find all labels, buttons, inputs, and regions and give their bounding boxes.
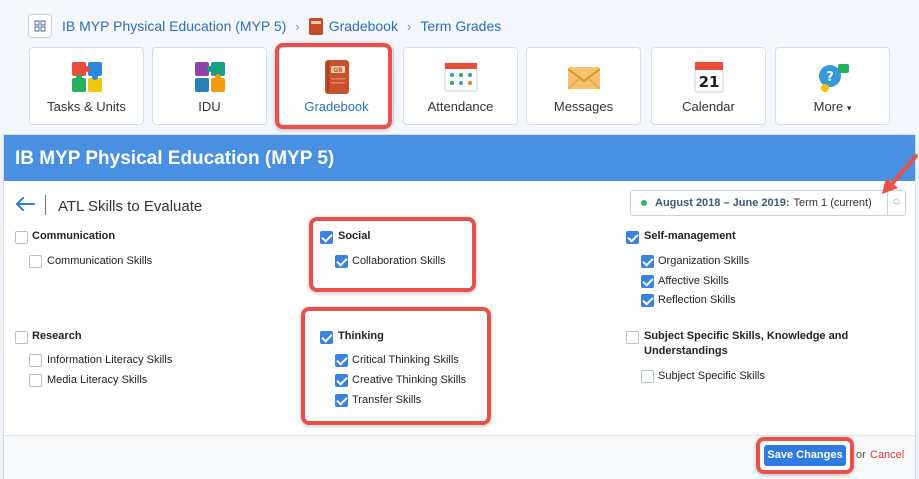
affective-skills-checkbox[interactable] xyxy=(641,275,654,288)
caret-down-icon: ▾ xyxy=(846,103,852,113)
research-checkbox[interactable] xyxy=(15,331,28,344)
communication-label: Communication xyxy=(32,230,116,242)
transfer-skills-label: Transfer Skills xyxy=(352,394,422,406)
breadcrumb-course-link[interactable]: IB MYP Physical Education (MYP 5) xyxy=(62,18,286,34)
thinking-checkbox[interactable] xyxy=(320,331,333,344)
tab-label: Calendar xyxy=(682,99,735,114)
tab-label: Attendance xyxy=(427,99,494,114)
calendar-icon: 21 xyxy=(694,61,723,93)
current-term-dot-icon xyxy=(641,200,647,206)
tab-idu[interactable]: IDU xyxy=(152,47,267,125)
reflection-skills-checkbox[interactable] xyxy=(641,294,654,307)
critical-thinking-label: Critical Thinking Skills xyxy=(352,354,459,366)
svg-text:GB: GB xyxy=(333,67,343,74)
social-checkbox[interactable] xyxy=(320,231,333,244)
organization-skills-label: Organization Skills xyxy=(658,255,750,267)
creative-thinking-checkbox[interactable] xyxy=(335,374,348,387)
term-name: Term 1 (current) xyxy=(793,197,872,209)
tab-gradebook[interactable]: GB Gradebook xyxy=(279,47,394,125)
atl-skills-panel: IB MYP Physical Education (MYP 5) ATL Sk… xyxy=(3,134,916,479)
breadcrumb: IB MYP Physical Education (MYP 5) › Grad… xyxy=(28,13,501,39)
self-management-label: Self-management xyxy=(644,230,736,242)
grid-menu-icon[interactable] xyxy=(28,14,52,38)
subject-specific-skills-label: Subject Specific Skills xyxy=(658,370,765,382)
thinking-label: Thinking xyxy=(338,330,384,342)
media-literacy-label: Media Literacy Skills xyxy=(47,374,148,386)
puzzle-multicolor-icon xyxy=(194,62,225,92)
attendance-icon xyxy=(444,62,477,92)
information-literacy-checkbox[interactable] xyxy=(29,354,42,367)
organization-skills-checkbox[interactable] xyxy=(641,255,654,268)
tab-attendance[interactable]: Attendance xyxy=(403,47,518,125)
communication-skills-label: Communication Skills xyxy=(47,255,153,267)
tab-more[interactable]: ? More ▾ xyxy=(775,47,890,125)
communication-skills-checkbox[interactable] xyxy=(29,255,42,268)
tab-label: IDU xyxy=(198,99,221,114)
course-header-area: IB MYP Physical Education (MYP 5) › Grad… xyxy=(0,0,919,134)
transfer-skills-checkbox[interactable] xyxy=(335,394,348,407)
communication-checkbox[interactable] xyxy=(15,231,28,244)
collaboration-skills-label: Collaboration Skills xyxy=(352,255,446,267)
affective-skills-label: Affective Skills xyxy=(658,275,729,287)
calendar-day-text: 21 xyxy=(698,73,719,91)
breadcrumb-term-grades-link[interactable]: Term Grades xyxy=(420,18,501,34)
envelope-icon xyxy=(566,67,601,90)
subject-specific-skills-checkbox[interactable] xyxy=(641,370,654,383)
more-label: More xyxy=(813,99,844,114)
creative-thinking-label: Creative Thinking Skills xyxy=(352,374,467,386)
subject-specific-label-line2: Understandings xyxy=(644,345,728,357)
reflection-skills-label: Reflection Skills xyxy=(658,294,736,306)
media-literacy-checkbox[interactable] xyxy=(29,374,42,387)
gradebook-icon: GB xyxy=(324,60,349,94)
research-label: Research xyxy=(32,330,82,342)
social-label: Social xyxy=(338,230,371,242)
gradebook-small-icon xyxy=(308,17,323,35)
collaboration-skills-checkbox[interactable] xyxy=(335,255,348,268)
select-chevrons-icon: ︿ ﹀ xyxy=(887,191,905,215)
tab-label: Gradebook xyxy=(304,99,369,114)
chevron-right-icon: › xyxy=(295,18,300,34)
svg-text:?: ? xyxy=(826,70,834,85)
cancel-link[interactable]: Cancel xyxy=(870,449,904,461)
subject-specific-label-line1: Subject Specific Skills, Knowledge and xyxy=(644,330,849,342)
tab-calendar[interactable]: 21 Calendar xyxy=(651,47,766,125)
chevron-right-icon: › xyxy=(406,18,412,34)
save-changes-button[interactable]: Save Changes xyxy=(764,445,846,466)
term-select[interactable]: August 2018 – June 2019: Term 1 (current… xyxy=(630,190,906,216)
tab-label: Tasks & Units xyxy=(47,99,126,114)
information-literacy-label: Information Literacy Skills xyxy=(47,354,173,366)
subject-specific-checkbox[interactable] xyxy=(626,331,639,344)
more-icon: ? xyxy=(818,64,849,92)
tab-messages[interactable]: Messages xyxy=(526,47,641,125)
tab-label: Messages xyxy=(553,99,614,114)
subtitle: ATL Skills to Evaluate xyxy=(58,198,203,215)
tab-label: More ▾ xyxy=(776,99,889,114)
puzzle-icon xyxy=(71,62,102,92)
breadcrumb-gradebook-link[interactable]: Gradebook xyxy=(329,18,398,34)
divider xyxy=(45,195,46,215)
critical-thinking-checkbox[interactable] xyxy=(335,354,348,367)
back-arrow-icon[interactable] xyxy=(14,195,36,213)
panel-title: IB MYP Physical Education (MYP 5) xyxy=(4,135,915,181)
self-management-checkbox[interactable] xyxy=(626,231,639,244)
tab-tasks-units[interactable]: Tasks & Units xyxy=(29,47,144,125)
term-dates: August 2018 – June 2019: xyxy=(655,197,790,209)
or-text: or xyxy=(856,449,866,461)
